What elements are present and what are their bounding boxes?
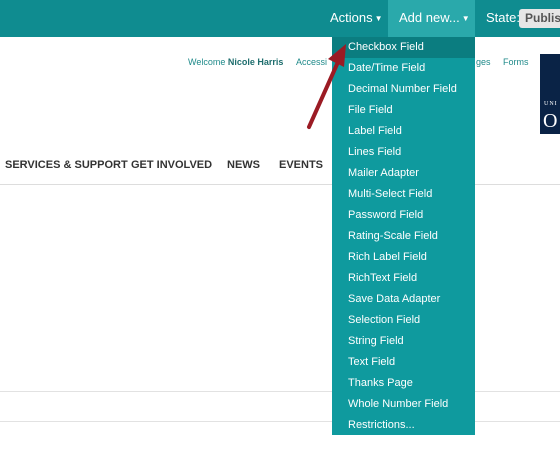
user-name-link[interactable]: Nicole Harris (228, 57, 284, 67)
nav-services-support[interactable]: SERVICES & SUPPORT (5, 159, 128, 171)
content-divider (0, 391, 560, 392)
menu-item-lines-field[interactable]: Lines Field (332, 142, 475, 163)
menu-item-text-field[interactable]: Text Field (332, 352, 475, 373)
actions-label: Actions (330, 10, 373, 25)
pages-link[interactable]: ges (476, 57, 491, 67)
content-divider (0, 421, 560, 422)
logo-small-text: UNI (544, 101, 558, 107)
menu-item-datetime-field[interactable]: Date/Time Field (332, 58, 475, 79)
state-menu-label[interactable]: State: (486, 0, 520, 37)
nav-news[interactable]: NEWS (227, 159, 260, 171)
state-badge[interactable]: Publis (519, 9, 560, 28)
menu-item-whole-number-field[interactable]: Whole Number Field (332, 394, 475, 415)
menu-item-rating-scale-field[interactable]: Rating-Scale Field (332, 226, 475, 247)
add-new-dropdown: Checkbox Field Date/Time Field Decimal N… (332, 37, 475, 435)
add-new-menu[interactable]: Add new... ▼ (388, 0, 475, 37)
university-logo[interactable]: UNI O (540, 54, 560, 134)
add-new-label: Add new... (399, 10, 460, 25)
menu-item-checkbox-field[interactable]: Checkbox Field (332, 37, 475, 58)
menu-item-decimal-number-field[interactable]: Decimal Number Field (332, 79, 475, 100)
welcome-text: Welcome Nicole Harris (188, 57, 283, 67)
menu-item-string-field[interactable]: String Field (332, 331, 475, 352)
annotation-arrow-icon (307, 44, 346, 129)
menu-item-password-field[interactable]: Password Field (332, 205, 475, 226)
edit-toolbar: Actions ▼ Add new... ▼ State: Publis (0, 0, 560, 37)
menu-item-label-field[interactable]: Label Field (332, 121, 475, 142)
menu-item-multi-select-field[interactable]: Multi-Select Field (332, 184, 475, 205)
menu-item-thanks-page[interactable]: Thanks Page (332, 373, 475, 394)
menu-item-restrictions[interactable]: Restrictions... (332, 415, 475, 436)
nav-events[interactable]: EVENTS (279, 159, 323, 171)
forms-link[interactable]: Forms (503, 57, 529, 67)
menu-item-rich-label-field[interactable]: Rich Label Field (332, 247, 475, 268)
menu-item-mailer-adapter[interactable]: Mailer Adapter (332, 163, 475, 184)
menu-item-selection-field[interactable]: Selection Field (332, 310, 475, 331)
accessibility-link[interactable]: Accessi (296, 57, 327, 67)
nav-get-involved[interactable]: GET INVOLVED (131, 159, 212, 171)
caret-down-icon: ▼ (374, 14, 383, 23)
nav-divider (0, 184, 560, 185)
menu-item-save-data-adapter[interactable]: Save Data Adapter (332, 289, 475, 310)
welcome-prefix: Welcome (188, 57, 226, 67)
logo-big-letter: O (543, 110, 558, 132)
caret-down-icon: ▼ (461, 14, 470, 23)
menu-item-richtext-field[interactable]: RichText Field (332, 268, 475, 289)
menu-item-file-field[interactable]: File Field (332, 100, 475, 121)
actions-menu[interactable]: Actions ▼ (330, 0, 383, 37)
